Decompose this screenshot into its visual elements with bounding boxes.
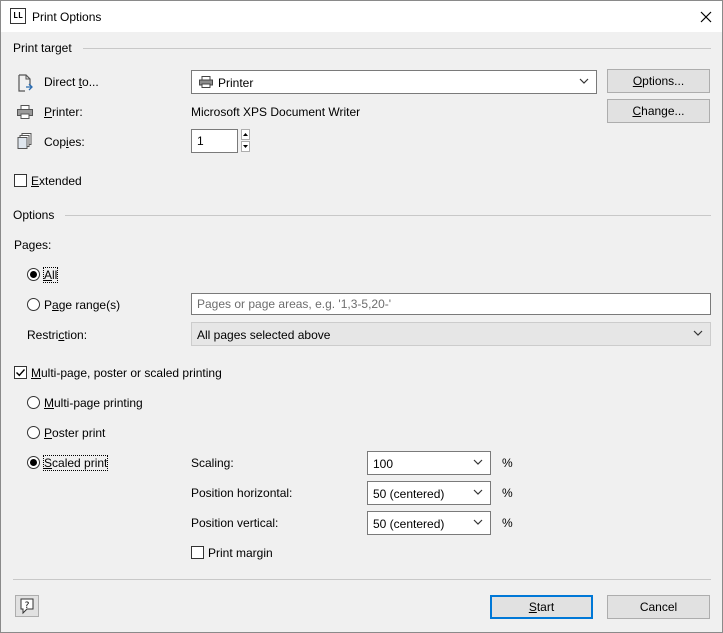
- print-margin-checkbox[interactable]: [191, 546, 204, 559]
- options-button[interactable]: Options...: [607, 69, 710, 93]
- options-group-label: Options: [13, 208, 55, 222]
- chevron-down-icon: [579, 78, 589, 84]
- all-pages-label[interactable]: All: [42, 267, 59, 283]
- options-divider: [65, 215, 711, 216]
- print-margin-label[interactable]: Print margin: [208, 546, 273, 560]
- copies-icon: [17, 133, 32, 149]
- extended-checkbox[interactable]: [14, 174, 27, 187]
- extended-label[interactable]: Extended: [31, 174, 82, 188]
- direct-to-value: Printer: [218, 76, 254, 90]
- position-horizontal-value: 50 (centered): [373, 487, 445, 501]
- change-button[interactable]: Change...: [607, 99, 710, 123]
- copies-up-button[interactable]: [241, 129, 250, 140]
- radio-selected-dot: [30, 271, 37, 278]
- scaling-value: 100: [373, 457, 394, 471]
- checkmark-icon: [16, 369, 26, 377]
- position-horizontal-dropdown[interactable]: 50 (centered): [367, 481, 491, 505]
- position-vertical-dropdown[interactable]: 50 (centered): [367, 511, 491, 535]
- all-pages-radio[interactable]: [27, 268, 40, 281]
- copies-down-button[interactable]: [241, 141, 250, 152]
- print-options-dialog: LL Print Options Print target Direct to.…: [0, 0, 723, 633]
- copies-input[interactable]: [191, 129, 238, 153]
- position-vertical-unit: %: [502, 516, 513, 530]
- radio-selected-dot: [30, 459, 37, 466]
- print-target-group-label: Print target: [13, 41, 72, 55]
- page-range-field[interactable]: [192, 294, 710, 314]
- position-vertical-label: Position vertical:: [191, 516, 279, 530]
- copies-stepper[interactable]: [241, 129, 250, 152]
- restriction-dropdown[interactable]: All pages selected above: [191, 322, 711, 346]
- page-range-input[interactable]: [191, 293, 711, 315]
- scaling-label: Scaling:: [191, 456, 234, 470]
- copies-label: Copies:: [44, 135, 85, 149]
- arrow-down-icon: [243, 145, 248, 148]
- arrow-up-icon: [243, 133, 248, 136]
- direct-to-label: Direct to...: [44, 75, 99, 89]
- scaled-print-label[interactable]: Scaled print: [42, 455, 109, 471]
- close-icon: [700, 11, 712, 23]
- help-button[interactable]: ?: [15, 595, 39, 617]
- cancel-button[interactable]: Cancel: [607, 595, 710, 619]
- multipage-checkbox[interactable]: [14, 366, 27, 379]
- printer-label: Printer:: [44, 105, 83, 119]
- pages-label: Pages:: [14, 238, 52, 252]
- multipage-printing-radio[interactable]: [27, 396, 40, 409]
- page-range-label[interactable]: Page range(s): [44, 298, 120, 312]
- title-bar: LL Print Options: [1, 1, 722, 32]
- help-icon: ?: [20, 598, 34, 615]
- chevron-down-icon: [473, 489, 483, 495]
- scaling-dropdown[interactable]: 100: [367, 451, 491, 475]
- restriction-value: All pages selected above: [197, 328, 331, 342]
- page-range-radio[interactable]: [27, 298, 40, 311]
- printer-icon: [199, 76, 213, 88]
- app-icon: LL: [10, 8, 26, 24]
- footer-divider: [13, 579, 711, 580]
- copies-field[interactable]: [192, 130, 237, 152]
- scaling-unit: %: [502, 456, 513, 470]
- start-button[interactable]: Start: [490, 595, 593, 619]
- multipage-printing-label[interactable]: Multi-page printing: [44, 396, 143, 410]
- chevron-down-icon: [473, 459, 483, 465]
- position-horizontal-unit: %: [502, 486, 513, 500]
- printer-icon: [17, 105, 33, 119]
- direct-to-dropdown[interactable]: Printer: [191, 70, 597, 94]
- position-vertical-value: 50 (centered): [373, 517, 445, 531]
- print-target-divider: [83, 48, 711, 49]
- window-title: Print Options: [32, 10, 102, 24]
- printer-value: Microsoft XPS Document Writer: [191, 105, 361, 119]
- close-button[interactable]: [690, 1, 722, 32]
- poster-print-radio[interactable]: [27, 426, 40, 439]
- multipage-label[interactable]: Multi-page, poster or scaled printing: [31, 366, 222, 380]
- chevron-down-icon: [473, 519, 483, 525]
- position-horizontal-label: Position horizontal:: [191, 486, 293, 500]
- direct-to-icon: [18, 74, 33, 92]
- chevron-down-icon: [693, 330, 703, 336]
- poster-print-label[interactable]: Poster print: [44, 426, 105, 440]
- restriction-label: Restriction:: [27, 328, 88, 342]
- svg-text:?: ?: [25, 601, 30, 611]
- scaled-print-radio[interactable]: [27, 456, 40, 469]
